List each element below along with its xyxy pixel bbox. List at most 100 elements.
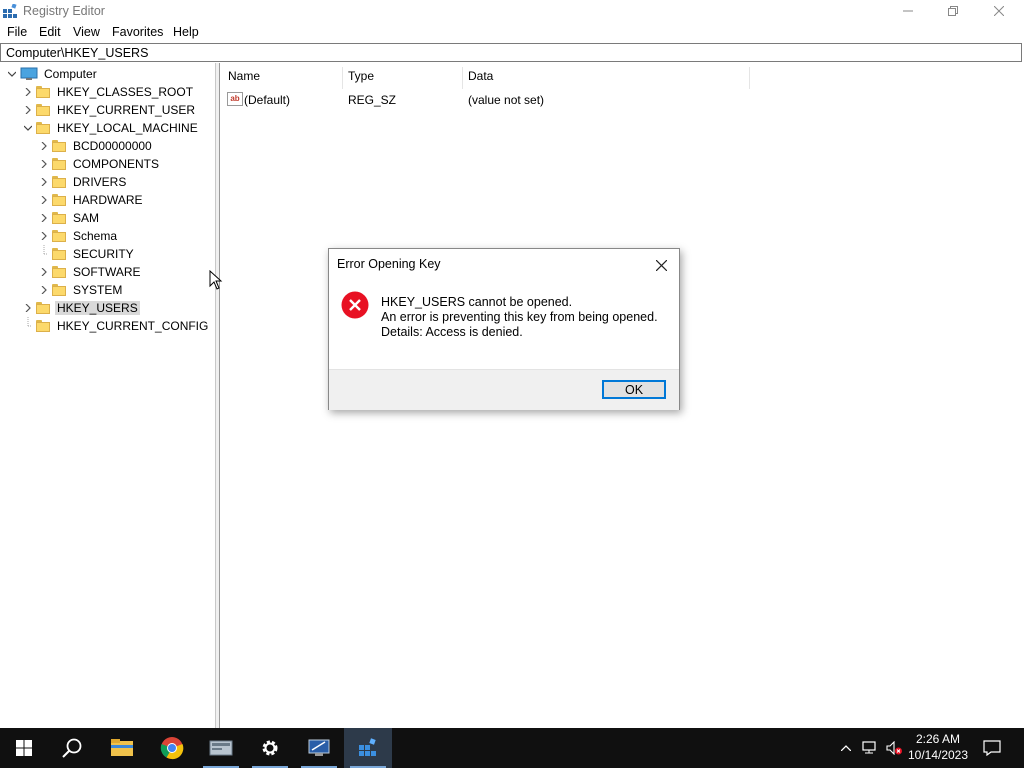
tree-item-components[interactable]: COMPONENTS (38, 155, 161, 173)
chevron-right-icon[interactable] (22, 83, 34, 101)
pane-splitter[interactable] (215, 63, 220, 728)
chevron-down-icon[interactable] (22, 119, 34, 137)
tree-label: SOFTWARE (73, 265, 141, 279)
tree-label: HKEY_CURRENT_CONFIG (57, 319, 209, 333)
tree-connector (22, 317, 34, 335)
tree-pane[interactable]: Computer HKEY_CLASSES_ROOT HKEY_CURRENT_… (0, 63, 215, 728)
chevron-right-icon[interactable] (38, 173, 50, 191)
chrome-icon (160, 737, 184, 760)
chevron-right-icon[interactable] (38, 209, 50, 227)
tree-item-sam[interactable]: SAM (38, 209, 101, 227)
menu-help[interactable]: Help (173, 25, 199, 39)
tree-label: HKEY_LOCAL_MACHINE (57, 121, 198, 135)
search-icon (62, 738, 82, 758)
tree-item-computer[interactable]: Computer (6, 65, 99, 83)
chevron-right-icon[interactable] (22, 299, 34, 317)
tree-item-hkey-current-config[interactable]: HKEY_CURRENT_CONFIG (22, 317, 210, 335)
menu-file[interactable]: File (7, 25, 27, 39)
dialog-title: Error Opening Key (337, 257, 441, 271)
address-bar[interactable]: Computer\HKEY_USERS (0, 43, 1022, 62)
address-text: Computer\HKEY_USERS (6, 46, 149, 60)
dialog-message-line: An error is preventing this key from bei… (381, 310, 658, 324)
tree-item-hkey-users[interactable]: HKEY_USERS (22, 299, 140, 317)
server-manager-icon (209, 740, 233, 756)
folder-icon (52, 266, 66, 278)
chevron-right-icon[interactable] (38, 263, 50, 281)
search-button[interactable] (48, 728, 96, 768)
gear-icon (262, 740, 278, 756)
close-button[interactable] (976, 0, 1022, 22)
registry-editor-icon (359, 738, 376, 756)
tree-item-software[interactable]: SOFTWARE (38, 263, 143, 281)
tree-label: COMPONENTS (73, 157, 160, 171)
chevron-right-icon[interactable] (38, 281, 50, 299)
dialog-message-line: Details: Access is denied. (381, 325, 523, 339)
tree-item-drivers[interactable]: DRIVERS (38, 173, 128, 191)
folder-icon (36, 320, 50, 332)
dialog-message: HKEY_USERS cannot be opened. An error is… (381, 295, 658, 340)
dialog-footer: OK (329, 369, 679, 410)
title-bar: Registry Editor (0, 0, 1024, 22)
string-value-icon: ab (227, 92, 243, 106)
notifications-button[interactable] (983, 739, 1001, 757)
tree-label: SYSTEM (73, 283, 123, 297)
tree-label: BCD00000000 (73, 139, 152, 153)
ok-button[interactable]: OK (602, 380, 666, 399)
remote-desktop-icon (308, 739, 330, 756)
folder-icon (52, 140, 66, 152)
chevron-right-icon[interactable] (22, 101, 34, 119)
window-title: Registry Editor (23, 4, 105, 18)
taskbar: 2:26 AM 10/14/2023 (0, 728, 1024, 768)
folder-icon (52, 284, 66, 296)
tree-label: HARDWARE (73, 193, 143, 207)
network-icon (862, 741, 876, 754)
value-data: (value not set) (468, 93, 545, 107)
tree-item-hkey-current-user[interactable]: HKEY_CURRENT_USER (22, 101, 197, 119)
taskbar-settings[interactable] (246, 728, 294, 768)
menu-favorites[interactable]: Favorites (112, 25, 163, 39)
computer-icon (20, 67, 38, 80)
tree-item-hardware[interactable]: HARDWARE (38, 191, 145, 209)
chevron-right-icon[interactable] (38, 137, 50, 155)
taskbar-remote-desktop[interactable] (295, 728, 343, 768)
menu-view[interactable]: View (73, 25, 100, 39)
chevron-right-icon[interactable] (38, 191, 50, 209)
taskbar-chrome[interactable] (148, 728, 196, 768)
chevron-right-icon[interactable] (38, 155, 50, 173)
taskbar-file-explorer[interactable] (98, 728, 146, 768)
folder-icon (52, 248, 66, 260)
registry-editor-icon (3, 4, 17, 18)
folder-icon (52, 158, 66, 170)
tree-item-system[interactable]: SYSTEM (38, 281, 124, 299)
show-hidden-icons-button[interactable] (838, 740, 854, 756)
folder-icon (36, 302, 50, 314)
tree-label: Computer (44, 67, 97, 81)
minimize-button[interactable] (885, 0, 931, 22)
tree-item-hkey-local-machine[interactable]: HKEY_LOCAL_MACHINE (22, 119, 200, 137)
folder-icon (36, 122, 50, 134)
tree-item-hkey-classes-root[interactable]: HKEY_CLASSES_ROOT (22, 83, 195, 101)
clock[interactable]: 2:26 AM 10/14/2023 (900, 731, 976, 763)
folder-icon (52, 230, 66, 242)
windows-logo-icon (16, 740, 32, 756)
network-button[interactable] (862, 740, 878, 756)
tree-label: HKEY_CURRENT_USER (57, 103, 196, 117)
notification-icon (983, 740, 1001, 756)
restore-button[interactable] (930, 0, 976, 22)
clock-date: 10/14/2023 (907, 748, 969, 762)
tree-item-schema[interactable]: Schema (38, 227, 119, 245)
start-button[interactable] (0, 728, 48, 768)
tree-item-security[interactable]: SECURITY (38, 245, 136, 263)
tree-label: SAM (73, 211, 100, 225)
folder-icon (52, 212, 66, 224)
chevron-down-icon[interactable] (6, 65, 18, 83)
dialog-close-button[interactable] (651, 255, 671, 275)
taskbar-registry-editor[interactable] (344, 728, 392, 768)
menu-edit[interactable]: Edit (39, 25, 61, 39)
restore-icon (948, 6, 958, 16)
tree-item-bcd[interactable]: BCD00000000 (38, 137, 154, 155)
table-row[interactable]: ab (Default) REG_SZ (value not set) (221, 63, 1021, 123)
chevron-right-icon[interactable] (38, 227, 50, 245)
menu-bar: File Edit View Favorites Help (0, 22, 1024, 42)
taskbar-server-manager[interactable] (197, 728, 245, 768)
